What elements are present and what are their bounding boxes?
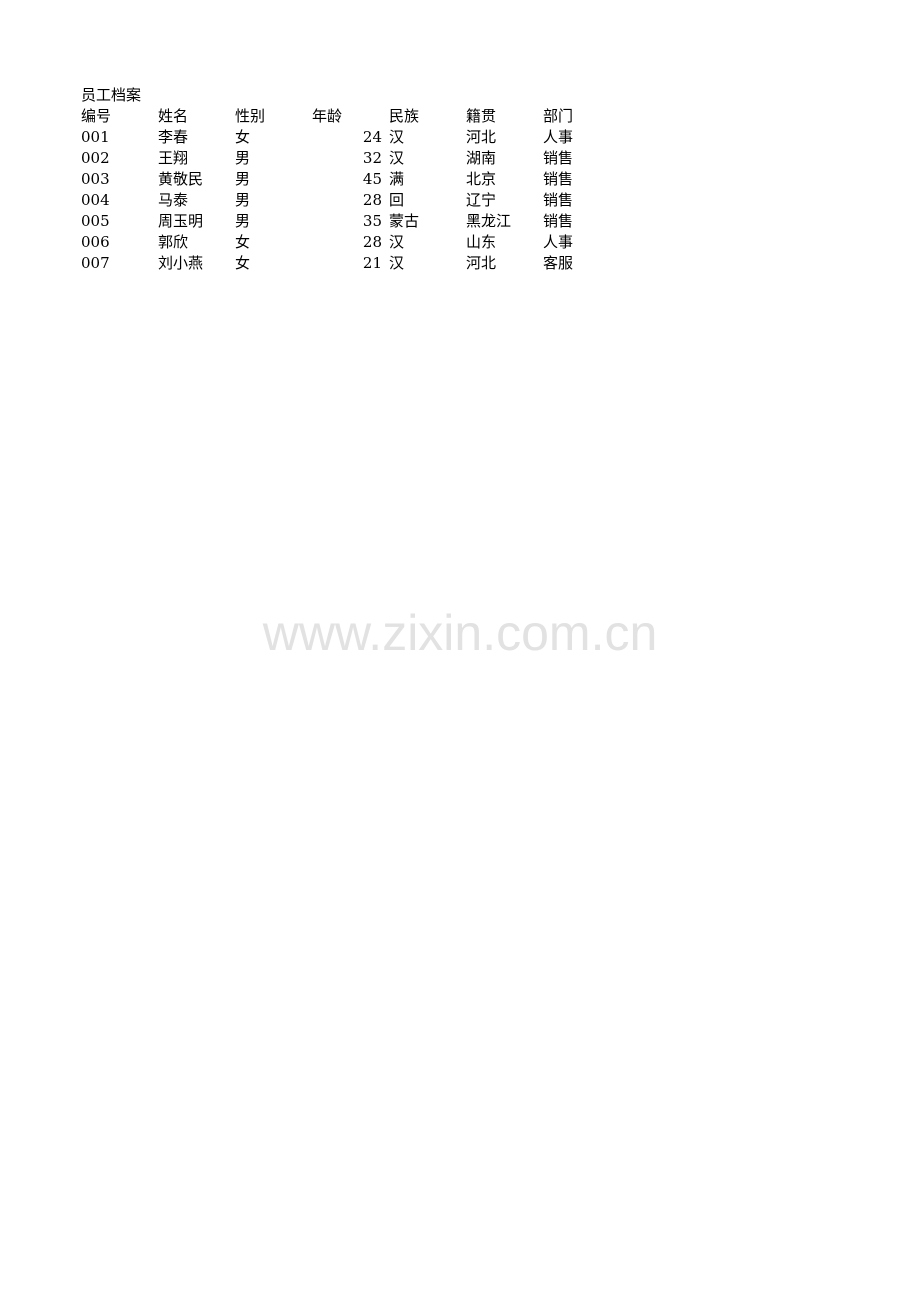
cell-sex: 女 bbox=[235, 254, 251, 272]
cell-hometown: 辽宁 bbox=[466, 191, 497, 209]
cell-id: 001 bbox=[81, 128, 110, 146]
cell-name: 黄敬民 bbox=[158, 170, 204, 188]
table-row: 002 王翔 男 32 汉 湖南 销售 bbox=[81, 148, 641, 169]
header-id: 编号 bbox=[81, 107, 112, 125]
cell-id: 004 bbox=[81, 191, 110, 209]
header-sex: 性别 bbox=[235, 107, 266, 125]
cell-sex: 男 bbox=[235, 212, 251, 230]
header-department: 部门 bbox=[543, 107, 574, 125]
cell-age: 21 bbox=[362, 254, 382, 272]
cell-id: 003 bbox=[81, 170, 110, 188]
cell-id: 006 bbox=[81, 233, 110, 251]
cell-hometown: 黑龙江 bbox=[466, 212, 512, 230]
cell-name: 周玉明 bbox=[158, 212, 204, 230]
cell-sex: 女 bbox=[235, 128, 251, 146]
cell-department: 销售 bbox=[543, 170, 574, 188]
cell-age: 24 bbox=[362, 128, 382, 146]
header-ethnicity: 民族 bbox=[389, 107, 420, 125]
watermark: www.zixin.com.cn bbox=[262, 605, 658, 661]
cell-ethnicity: 汉 bbox=[389, 149, 405, 167]
cell-id: 007 bbox=[81, 254, 110, 272]
cell-hometown: 湖南 bbox=[466, 149, 497, 167]
table-row: 003 黄敬民 男 45 满 北京 销售 bbox=[81, 169, 641, 190]
cell-ethnicity: 汉 bbox=[389, 233, 405, 251]
table-row: 004 马泰 男 28 回 辽宁 销售 bbox=[81, 190, 641, 211]
cell-sex: 男 bbox=[235, 170, 251, 188]
cell-hometown: 北京 bbox=[466, 170, 497, 188]
cell-name: 王翔 bbox=[158, 149, 189, 167]
cell-department: 销售 bbox=[543, 191, 574, 209]
table-row: 007 刘小燕 女 21 汉 河北 客服 bbox=[81, 253, 641, 274]
cell-name: 马泰 bbox=[158, 191, 189, 209]
cell-ethnicity: 回 bbox=[389, 191, 405, 209]
cell-id: 005 bbox=[81, 212, 110, 230]
cell-name: 郭欣 bbox=[158, 233, 189, 251]
header-name: 姓名 bbox=[158, 107, 189, 125]
cell-department: 客服 bbox=[543, 254, 574, 272]
sheet-title: 员工档案 bbox=[81, 86, 142, 104]
cell-age: 45 bbox=[362, 170, 382, 188]
cell-ethnicity: 汉 bbox=[389, 128, 405, 146]
cell-name: 刘小燕 bbox=[158, 254, 204, 272]
table-row: 006 郭欣 女 28 汉 山东 人事 bbox=[81, 232, 641, 253]
cell-ethnicity: 汉 bbox=[389, 254, 405, 272]
table-row: 001 李春 女 24 汉 河北 人事 bbox=[81, 127, 641, 148]
cell-department: 销售 bbox=[543, 212, 574, 230]
cell-sex: 女 bbox=[235, 233, 251, 251]
cell-id: 002 bbox=[81, 149, 110, 167]
cell-hometown: 河北 bbox=[466, 128, 497, 146]
cell-age: 28 bbox=[362, 191, 382, 209]
cell-sex: 男 bbox=[235, 191, 251, 209]
cell-hometown: 山东 bbox=[466, 233, 497, 251]
cell-age: 32 bbox=[362, 149, 382, 167]
cell-age: 28 bbox=[362, 233, 382, 251]
cell-department: 销售 bbox=[543, 149, 574, 167]
cell-age: 35 bbox=[362, 212, 382, 230]
cell-department: 人事 bbox=[543, 233, 574, 251]
table-row: 005 周玉明 男 35 蒙古 黑龙江 销售 bbox=[81, 211, 641, 232]
cell-ethnicity: 满 bbox=[389, 170, 405, 188]
cell-department: 人事 bbox=[543, 128, 574, 146]
cell-sex: 男 bbox=[235, 149, 251, 167]
header-hometown: 籍贯 bbox=[466, 107, 497, 125]
header-row: 编号 姓名 性别 年龄 民族 籍贯 部门 bbox=[81, 106, 641, 127]
cell-hometown: 河北 bbox=[466, 254, 497, 272]
cell-ethnicity: 蒙古 bbox=[389, 212, 420, 230]
cell-name: 李春 bbox=[158, 128, 189, 146]
header-age: 年龄 bbox=[312, 107, 343, 125]
